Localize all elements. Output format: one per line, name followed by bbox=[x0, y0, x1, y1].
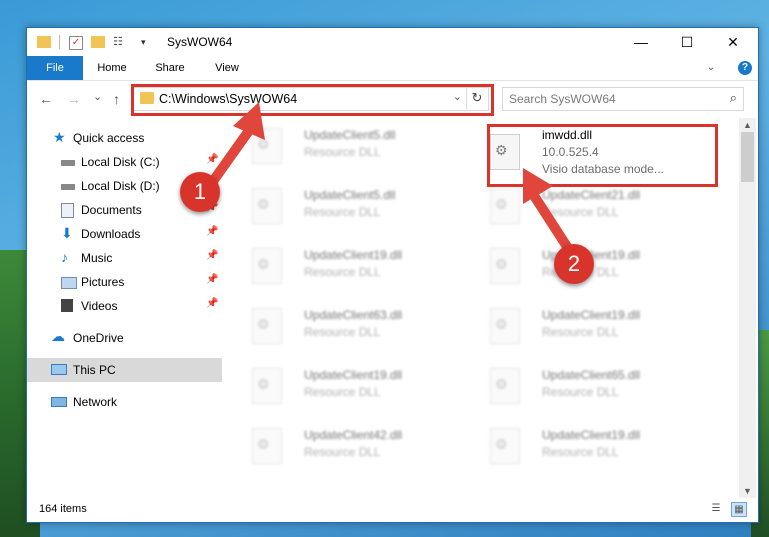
file-explorer-window: ✓ ☷ ▾ SysWOW64 — ☐ ✕ File Home Share Vie… bbox=[26, 27, 759, 523]
annotation-arrows bbox=[202, 102, 579, 262]
step-2-badge: 2 bbox=[554, 244, 594, 284]
step-1-badge: 1 bbox=[180, 172, 220, 212]
